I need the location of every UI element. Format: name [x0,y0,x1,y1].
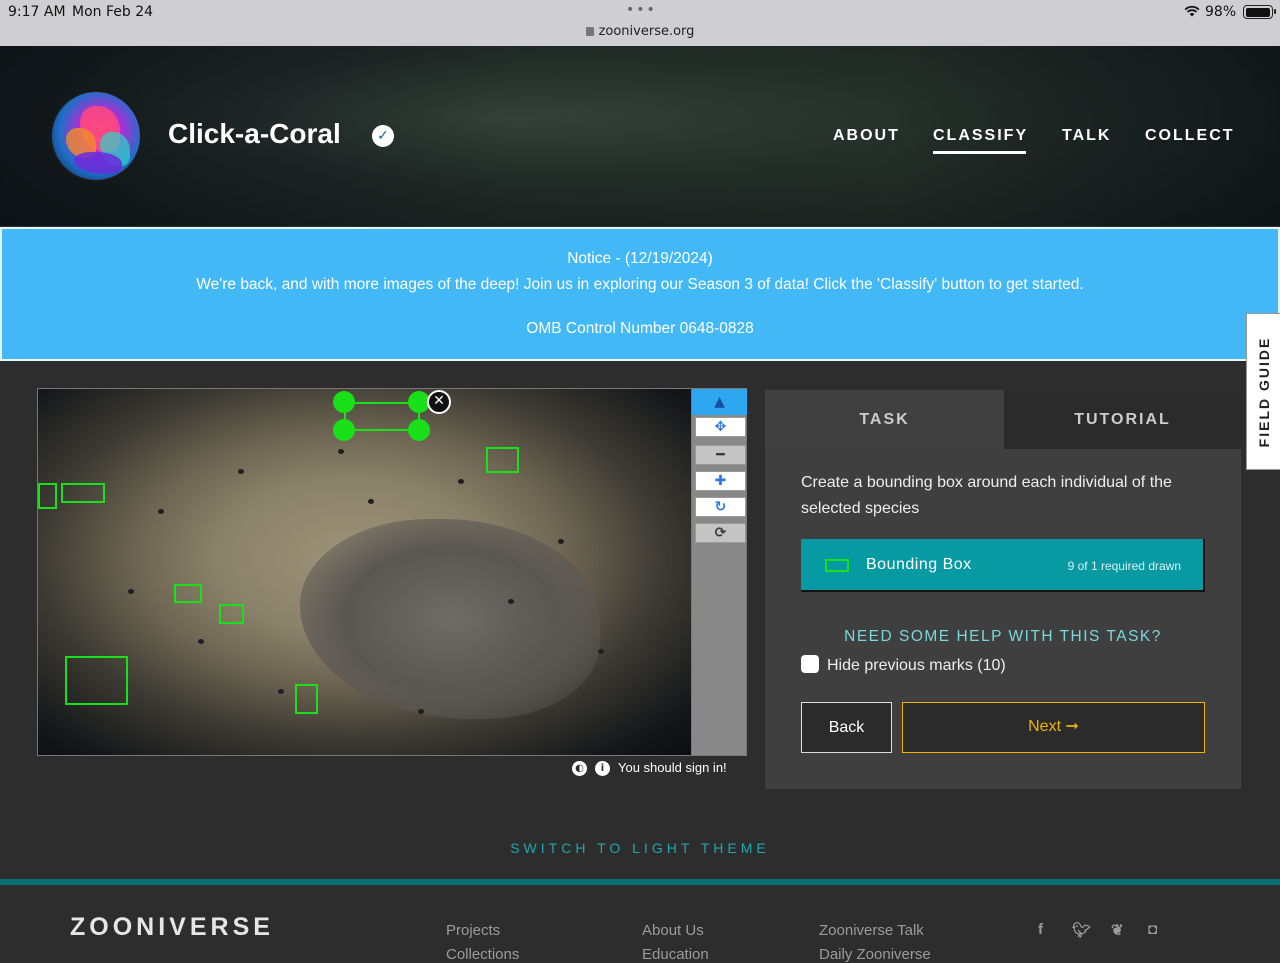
notice-message: We're back, and with more images of the … [196,276,1084,293]
resize-handle[interactable] [408,419,430,441]
hide-marks-checkbox[interactable] [801,655,819,673]
resize-handle[interactable] [333,419,355,441]
footer-link-collections[interactable]: Collections [446,946,519,963]
project-title[interactable]: Click-a-Coral [168,118,341,150]
nav-classify[interactable]: CLASSIFY [933,127,1028,154]
bounding-box-mark[interactable] [219,604,244,624]
sign-in-notice[interactable]: You should sign in! [618,760,727,775]
move-icon[interactable]: ✥ [695,417,746,437]
image-speck [128,589,134,594]
footer-link-daily[interactable]: Daily Zooniverse [819,946,931,963]
image-speck [238,469,244,474]
zoom-in-icon[interactable]: ✚ [695,471,746,491]
bounding-box-mark[interactable] [61,483,105,503]
info-icon[interactable]: i [595,761,610,776]
field-guide-tab[interactable]: FIELD GUIDE [1246,313,1280,470]
tool-count: 9 of 1 required drawn [1067,559,1181,573]
task-panel: TASK TUTORIAL Create a bounding box arou… [765,390,1241,789]
image-seafloor-depression [300,519,600,719]
image-toolbar: ▲ ✥ ━ ✚ ↻ ⟳ [691,388,747,756]
footer: ZOONIVERSE Projects Collections About Us… [0,885,1280,963]
next-button[interactable]: Next ➞ [902,702,1205,753]
footer-link-education[interactable]: Education [642,946,709,963]
box-swatch-icon [825,559,849,572]
reset-icon[interactable]: ⟳ [695,523,746,543]
more-dots-icon[interactable]: ••• [626,2,657,18]
image-speck [418,709,424,714]
field-guide-label: FIELD GUIDE [1255,336,1272,447]
notice-banner: Notice - (12/19/2024) We're back, and wi… [0,227,1280,361]
zoom-out-icon[interactable]: ━ [695,445,746,465]
status-date: Mon Feb 24 [72,4,154,20]
url-text: zooniverse.org [598,24,695,39]
tab-tutorial[interactable]: TUTORIAL [1004,390,1241,449]
bounding-box-mark[interactable] [65,656,128,705]
rotate-icon[interactable]: ↻ [695,497,746,517]
task-instruction: Create a bounding box around each indivi… [801,474,1172,517]
bounding-box-mark[interactable] [174,584,202,603]
resize-handle[interactable] [333,391,355,413]
image-speck [198,639,204,644]
nav-about[interactable]: ABOUT [833,127,900,145]
next-label: Next [1028,718,1062,735]
image-speck [558,539,564,544]
notice-title: Notice - (12/19/2024) [567,250,713,267]
footer-link-talk[interactable]: Zooniverse Talk [819,922,924,939]
project-avatar[interactable] [50,90,142,182]
delete-mark-icon[interactable]: ✕ [427,390,451,414]
address-bar[interactable]: zooniverse.org [0,24,1280,39]
image-speck [598,649,604,654]
battery-icon [1243,5,1276,19]
status-bar: 9:17 AM Mon Feb 24 ••• zooniverse.org 98… [0,0,1280,46]
image-speck [368,499,374,504]
verified-badge-icon: ✓ [372,125,394,147]
nav-collect[interactable]: COLLECT [1145,127,1235,145]
project-header: Click-a-Coral ✓ ABOUT CLASSIFY TALK COLL… [0,46,1280,226]
facebook-icon[interactable]: f [1038,921,1043,938]
image-speck [458,479,464,484]
lock-icon [585,27,594,36]
bounding-box-mark[interactable] [295,684,318,714]
hide-marks-toggle[interactable]: Hide previous marks (10) [801,655,1006,675]
tool-label: Bounding Box [866,556,972,573]
footer-link-projects[interactable]: Projects [446,922,500,939]
switch-theme-button[interactable]: SWITCH TO LIGHT THEME [0,840,1280,856]
notice-omb: OMB Control Number 0648-0828 [526,320,754,337]
image-speck [508,599,514,604]
status-time: 9:17 AM [8,4,66,20]
back-button[interactable]: Back [801,702,892,753]
battery-percent: 98% [1205,4,1237,20]
zooniverse-logo[interactable]: ZOONIVERSE [70,913,274,942]
arrow-right-icon: ➞ [1065,718,1079,735]
hide-marks-label: Hide previous marks (10) [827,657,1006,674]
footer-link-about[interactable]: About Us [642,922,704,939]
nav-talk[interactable]: TALK [1062,127,1111,145]
twitter-icon[interactable]: 🐦︎ [1072,921,1091,939]
instagram-icon[interactable]: ◘ [1148,921,1157,938]
bounding-box-mark[interactable] [38,483,57,509]
bounding-box-tool[interactable]: Bounding Box 9 of 1 required drawn [801,539,1205,592]
image-speck [338,449,344,454]
tab-task[interactable]: TASK [765,390,1004,449]
pointer-icon[interactable]: ▲ [692,389,747,415]
subject-image[interactable] [37,388,692,756]
invert-icon[interactable]: ◐ [572,761,587,776]
image-speck [158,509,164,514]
help-link[interactable]: NEED SOME HELP WITH THIS TASK? [801,628,1205,646]
bounding-box-mark[interactable] [486,447,519,473]
image-speck [278,689,284,694]
bluesky-icon[interactable]: ❦ [1111,921,1124,939]
wifi-icon [1184,5,1200,17]
